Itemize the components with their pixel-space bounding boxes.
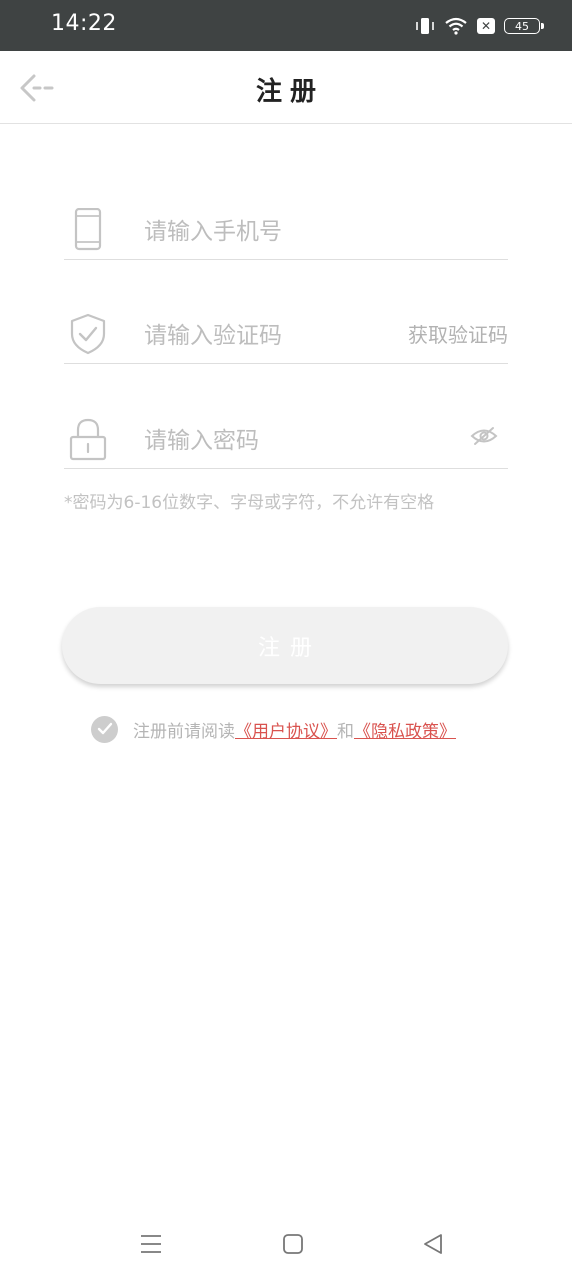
agree-checkbox[interactable] [91, 715, 118, 743]
password-hint: *密码为6-16位数字、字母或字符，不允许有空格 [64, 493, 435, 513]
agreement-row: 注册前请阅读 《用户协议》 和 《隐私政策》 [91, 715, 456, 743]
lock-icon [68, 417, 108, 461]
eye-hidden-icon[interactable] [470, 425, 498, 447]
password-field[interactable]: 请输入密码 [64, 405, 508, 469]
get-code-button[interactable]: 获取验证码 [408, 319, 508, 348]
close-box-icon: ✕ [477, 18, 495, 34]
vibrate-icon [415, 16, 435, 36]
menu-icon[interactable] [140, 1232, 162, 1260]
status-bar: 14:22 ✕ 45 [0, 0, 572, 51]
back-triangle-icon[interactable] [422, 1232, 444, 1260]
agreement-and: 和 [337, 721, 354, 742]
check-icon [97, 722, 112, 735]
code-input[interactable]: 请输入验证码 [144, 316, 282, 350]
nav-bar [0, 1210, 572, 1280]
title-bar: 注册 [0, 51, 572, 124]
register-button[interactable]: 注册 [62, 607, 508, 684]
password-input[interactable]: 请输入密码 [144, 421, 259, 455]
agreement-prefix: 注册前请阅读 [133, 721, 235, 742]
phone-input[interactable]: 请输入手机号 [144, 212, 282, 246]
wifi-icon [444, 16, 468, 36]
code-field[interactable]: 请输入验证码 获取验证码 [64, 300, 508, 364]
battery-icon: 45 [504, 18, 544, 34]
phone-field[interactable]: 请输入手机号 [64, 196, 508, 260]
home-icon[interactable] [282, 1232, 304, 1260]
privacy-policy-link[interactable]: 《隐私政策》 [354, 717, 456, 742]
status-time: 14:22 [51, 11, 117, 36]
phone-icon [68, 207, 108, 252]
battery-level: 45 [515, 19, 529, 33]
page-title: 注册 [255, 77, 324, 107]
shield-check-icon [68, 312, 108, 356]
user-agreement-link[interactable]: 《用户协议》 [235, 717, 337, 742]
